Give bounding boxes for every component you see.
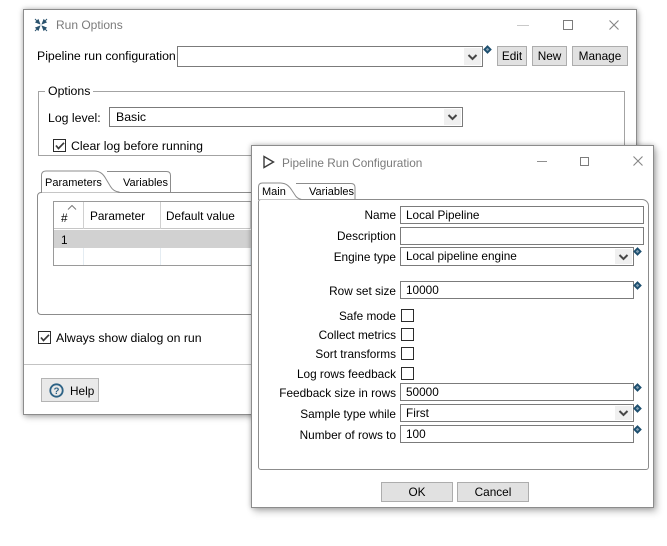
svg-text:?: ? — [54, 386, 60, 397]
